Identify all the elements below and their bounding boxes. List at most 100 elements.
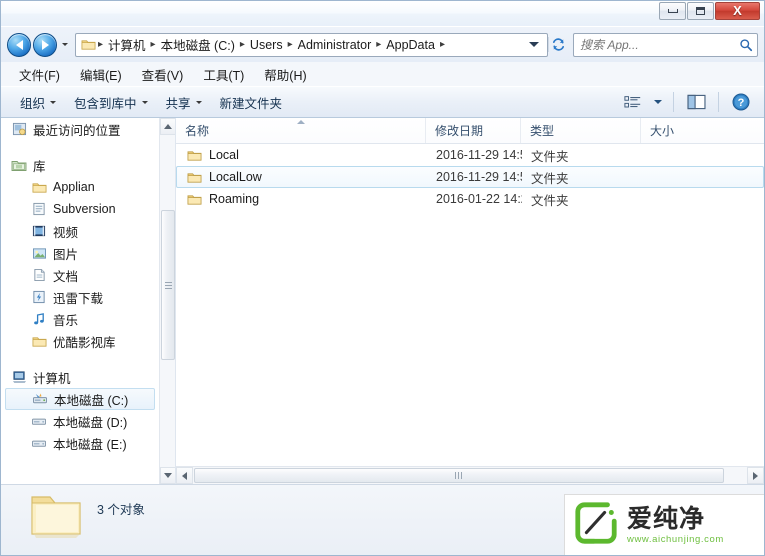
column-header-size[interactable]: 大小 xyxy=(641,118,764,143)
sidebar-item-local-disk-c[interactable]: 本地磁盘 (C:) xyxy=(5,388,155,410)
library-icon xyxy=(11,157,27,173)
chevron-down-icon xyxy=(654,100,662,104)
breadcrumb-separator xyxy=(438,39,447,50)
breadcrumb-item-2[interactable]: Users xyxy=(247,37,286,53)
sidebar-item-local-disk-d[interactable]: 本地磁盘 (D:) xyxy=(1,410,159,432)
column-header-name[interactable]: 名称 xyxy=(176,118,426,143)
sidebar-item-label: 计算机 xyxy=(33,371,71,386)
forward-button[interactable] xyxy=(33,32,57,57)
address-dropdown-button[interactable] xyxy=(527,42,545,47)
sidebar-item-youku-library[interactable]: 优酷影视库 xyxy=(1,330,159,352)
sidebar-item-pictures[interactable]: 图片 xyxy=(1,242,159,264)
table-row[interactable]: LocalLow 2016-11-29 14:52 文件夹 xyxy=(176,166,764,188)
sidebar-item-documents[interactable]: 文档 xyxy=(1,264,159,286)
new-folder-button[interactable]: 新建文件夹 xyxy=(211,89,292,116)
file-list-pane: 名称 修改日期 类型 大小 Local 2016-11-29 14: 文件夹 L… xyxy=(176,118,764,484)
search-input[interactable] xyxy=(578,36,739,53)
file-list-hscrollbar[interactable] xyxy=(176,466,764,484)
explorer-window: X 计算机 本地磁盘 (C xyxy=(0,0,765,556)
scroll-left-icon xyxy=(182,471,187,480)
sidebar-item-applian[interactable]: Applian xyxy=(1,176,159,198)
thunder-download-icon xyxy=(31,289,47,305)
address-box[interactable]: 计算机 本地磁盘 (C:) Users Administrator AppDat… xyxy=(75,32,548,57)
folder-icon xyxy=(186,191,202,207)
status-item-count: 3 个对象 xyxy=(97,503,145,517)
sidebar-item-local-disk-e[interactable]: 本地磁盘 (E:) xyxy=(1,432,159,454)
menu-item-help[interactable]: 帮助(H) xyxy=(254,63,316,86)
view-options-icon xyxy=(624,95,641,107)
maximize-button[interactable] xyxy=(687,2,714,20)
sidebar-item-subversion[interactable]: Subversion xyxy=(1,198,159,220)
table-row[interactable]: Local 2016-11-29 14:52 文件夹 xyxy=(176,144,764,166)
refresh-button[interactable] xyxy=(548,37,568,52)
search-box[interactable] xyxy=(573,32,758,57)
file-type: 文件夹 xyxy=(531,171,569,186)
sidebar-item-label: 迅雷下载 xyxy=(53,291,104,306)
minimize-button[interactable] xyxy=(659,2,686,20)
sidebar-item-thunder-download[interactable]: 迅雷下载 xyxy=(1,286,159,308)
sidebar-item-label: Subversion xyxy=(53,202,116,216)
breadcrumb-separator xyxy=(238,39,247,50)
column-headers: 名称 修改日期 类型 大小 xyxy=(176,118,764,144)
folder-icon xyxy=(186,169,202,185)
watermark-text: 爱纯净 www.aichunjing.com xyxy=(627,506,724,545)
breadcrumb-separator xyxy=(96,39,105,50)
menu-item-tools[interactable]: 工具(T) xyxy=(193,63,254,86)
sidebar-item-videos[interactable]: 视频 xyxy=(1,220,159,242)
include-in-library-button[interactable]: 包含到库中 xyxy=(65,89,157,116)
refresh-icon xyxy=(552,38,565,51)
organize-button[interactable]: 组织 xyxy=(11,89,65,116)
help-icon: ? xyxy=(732,93,750,111)
sidebar-item-label: 本地磁盘 (C:) xyxy=(54,393,129,408)
minimize-icon xyxy=(667,9,678,13)
column-header-label: 修改日期 xyxy=(435,124,484,138)
scroll-thumb[interactable] xyxy=(161,210,175,360)
view-options-dropdown[interactable] xyxy=(650,90,666,114)
new-folder-label: 新建文件夹 xyxy=(219,96,283,111)
sidebar-item-computer[interactable]: 计算机 xyxy=(1,366,159,388)
scroll-down-button[interactable] xyxy=(160,467,175,484)
close-button[interactable]: X xyxy=(715,2,760,20)
sidebar-item-libraries[interactable]: 库 xyxy=(1,154,159,176)
folder-icon xyxy=(186,147,202,163)
menu-item-edit[interactable]: 编辑(E) xyxy=(70,63,132,86)
navigation-pane: 最近访问的位置 库 Applian Subversion 视频 图片 文档 迅雷… xyxy=(1,118,176,484)
scroll-right-button[interactable] xyxy=(747,467,764,484)
window-controls: X xyxy=(659,2,760,20)
watermark-url: www.aichunjing.com xyxy=(627,533,724,545)
hscroll-thumb[interactable] xyxy=(194,468,724,483)
breadcrumb-item-3[interactable]: Administrator xyxy=(295,37,375,53)
toolbar-right-group: ? xyxy=(618,90,760,114)
scroll-up-icon xyxy=(164,124,172,129)
recent-places-icon xyxy=(11,121,27,137)
sidebar-item-recent-places[interactable]: 最近访问的位置 xyxy=(1,118,159,140)
sidebar-item-music[interactable]: 音乐 xyxy=(1,308,159,330)
breadcrumb-separator xyxy=(149,39,158,50)
help-button[interactable]: ? xyxy=(726,90,756,114)
navigation-pane-scrollbar[interactable] xyxy=(159,118,175,484)
breadcrumb-item-0[interactable]: 计算机 xyxy=(105,34,149,55)
file-type: 文件夹 xyxy=(531,193,569,208)
column-header-modified[interactable]: 修改日期 xyxy=(426,118,521,143)
breadcrumb-item-4[interactable]: AppData xyxy=(383,37,438,53)
scroll-left-button[interactable] xyxy=(176,467,193,484)
preview-pane-button[interactable] xyxy=(681,90,711,114)
file-type: 文件夹 xyxy=(531,149,569,164)
menu-item-view[interactable]: 查看(V) xyxy=(132,63,194,86)
view-options-button[interactable] xyxy=(618,90,648,114)
table-row[interactable]: Roaming 2016-01-22 14:23 文件夹 xyxy=(176,188,764,210)
sidebar-item-label: 库 xyxy=(33,159,46,174)
column-header-type[interactable]: 类型 xyxy=(521,118,641,143)
file-name: Local xyxy=(209,148,239,162)
column-header-label: 名称 xyxy=(185,124,210,138)
back-arrow-icon xyxy=(15,39,23,50)
share-button[interactable]: 共享 xyxy=(157,89,211,116)
history-dropdown-button[interactable] xyxy=(59,43,71,46)
document-library-icon xyxy=(31,201,47,217)
back-button[interactable] xyxy=(7,32,31,57)
menu-item-file[interactable]: 文件(F) xyxy=(9,63,70,86)
hscroll-track[interactable] xyxy=(193,467,747,484)
sidebar-item-label: 本地磁盘 (D:) xyxy=(53,415,128,430)
scroll-up-button[interactable] xyxy=(160,118,175,135)
breadcrumb-item-1[interactable]: 本地磁盘 (C:) xyxy=(158,34,238,55)
